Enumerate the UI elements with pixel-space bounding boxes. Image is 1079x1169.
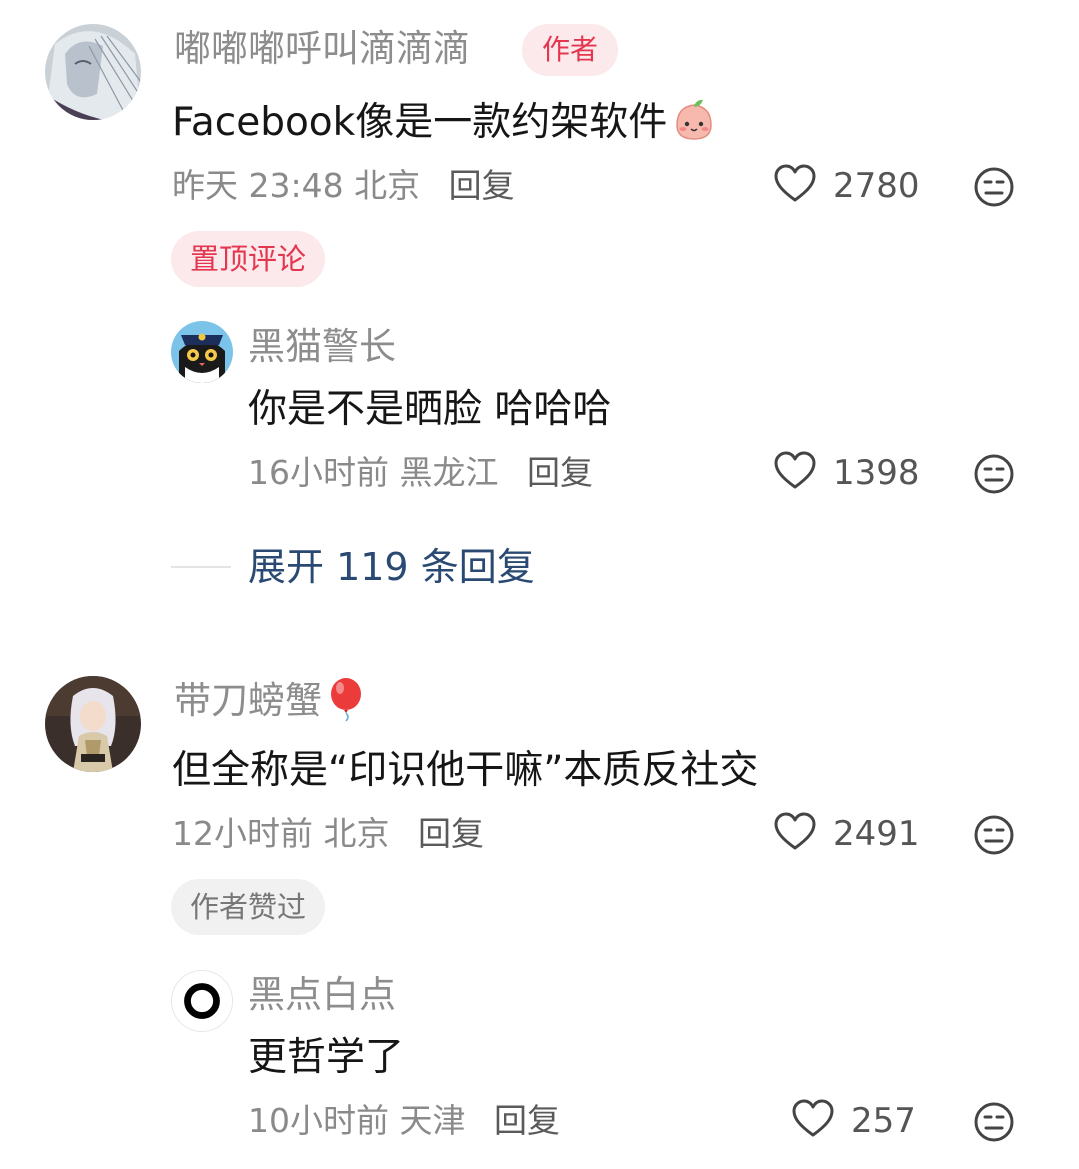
comment-meta: 12小时前 北京 回复 [172,812,484,856]
like-count: 1398 [833,453,920,493]
like-count: 257 [851,1101,916,1141]
comment-time: 昨天 23:48 [172,166,344,205]
heart-icon[interactable] [773,164,817,208]
reply-meta: 16小时前 黑龙江 回复 [248,451,593,495]
reply-meta: 10小时前 天津 回复 [248,1099,560,1143]
like-count: 2491 [833,814,920,854]
comment-username[interactable]: 带刀螃蟹 [174,677,366,725]
comment-list: 嘟嘟嘟呼叫滴滴滴 作者 Facebook像是一款约架软件 昨天 23:48 北京… [0,0,1079,1169]
reply-text: 更哲学了 [248,1035,405,1080]
comment-text-body: Facebook像是一款约架软件 [172,100,668,145]
dislike-face-icon[interactable] [973,814,1015,856]
reply-time: 16小时前 [248,453,389,492]
pinned-comment-badge: 置顶评论 [171,231,326,287]
avatar[interactable] [171,321,233,383]
like-count: 2780 [833,166,920,206]
like-button[interactable]: 257 [791,1097,916,1145]
comment-username-text[interactable]: 带刀螃蟹 [174,679,322,722]
reply-username[interactable]: 黑猫警长 [248,323,396,371]
like-button[interactable]: 2780 [773,162,920,210]
reply-location: 天津 [399,1101,466,1140]
comment-location: 北京 [323,814,390,853]
reply-button[interactable]: 回复 [418,814,484,853]
comment-username[interactable]: 嘟嘟嘟呼叫滴滴滴 [174,25,470,73]
comment-meta: 昨天 23:48 北京 回复 [172,164,515,208]
reply-button[interactable]: 回复 [494,1101,560,1140]
comment-text: Facebook像是一款约架软件 [172,97,717,149]
comment-text: 但全称是“印识他干嘛”本质反社交 [172,748,759,793]
reply-username[interactable]: 黑点白点 [248,971,396,1019]
dislike-face-icon[interactable] [973,166,1015,208]
avatar[interactable] [45,24,141,120]
dislike-face-icon[interactable] [973,1101,1015,1143]
like-button[interactable]: 2491 [773,810,920,858]
reply-button[interactable]: 回复 [449,166,515,205]
author-badge: 作者 [522,24,619,76]
reply-text: 你是不是晒脸 哈哈哈 [248,387,612,432]
avatar[interactable] [171,970,233,1032]
reply-time: 10小时前 [248,1101,389,1140]
heart-icon[interactable] [773,812,817,856]
comment-time: 12小时前 [172,814,313,853]
heart-icon[interactable] [773,451,817,495]
dislike-face-icon[interactable] [973,453,1015,495]
red-balloon-icon [326,677,366,723]
peach-emoji-icon [671,97,717,143]
reply-button[interactable]: 回复 [527,453,593,492]
avatar[interactable] [45,676,141,772]
heart-icon[interactable] [791,1099,835,1143]
expand-divider [171,566,231,568]
expand-replies-button[interactable]: 展开 119 条回复 [248,542,535,592]
comment-location: 北京 [354,166,421,205]
author-liked-badge: 作者赞过 [171,879,326,935]
like-button[interactable]: 1398 [773,449,920,497]
reply-location: 黑龙江 [399,453,499,492]
